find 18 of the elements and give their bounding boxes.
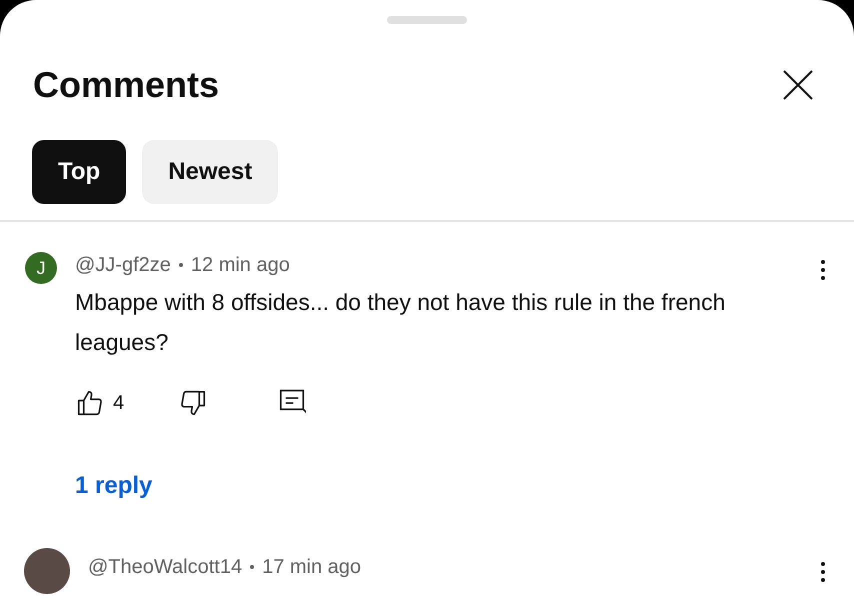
- filter-tab[interactable]: Newest: [142, 140, 278, 204]
- filter-tab[interactable]: Top: [32, 140, 126, 204]
- comment-author[interactable]: @TheoWalcott14: [88, 552, 242, 582]
- avatar: J: [25, 252, 57, 284]
- drag-handle[interactable]: [387, 16, 467, 24]
- replies-link[interactable]: 1 reply: [75, 468, 152, 504]
- comment-time: 12 min ago: [190, 253, 290, 278]
- thumbs-up-icon: [75, 388, 105, 418]
- like-button[interactable]: 4: [75, 388, 124, 418]
- comment-time: 17 min ago: [262, 555, 362, 580]
- more-options-icon[interactable]: [820, 562, 826, 582]
- comment-text: Mbappe with 8 offsides... do they not have this rule in the french leagues?: [75, 288, 726, 357]
- more-options-icon[interactable]: [820, 260, 826, 280]
- close-icon[interactable]: [782, 69, 814, 101]
- avatar-photo-placeholder: [24, 548, 70, 594]
- sheet-title: Comments: [33, 63, 220, 107]
- like-count: 4: [113, 391, 124, 416]
- comment-author[interactable]: @JJ-gf2ze: [75, 250, 171, 280]
